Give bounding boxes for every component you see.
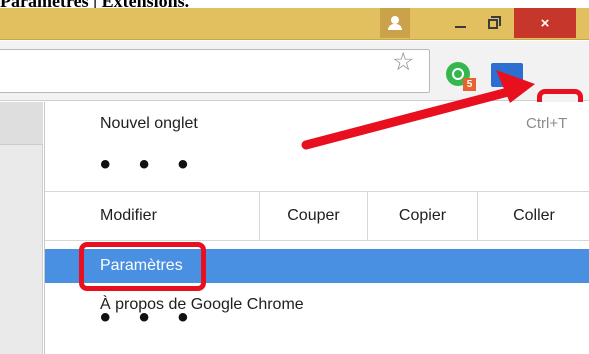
cast-icon[interactable]	[491, 63, 523, 87]
person-icon	[391, 16, 399, 24]
address-bar[interactable]	[0, 49, 430, 93]
menu-ellipsis: • • •	[100, 301, 199, 334]
paste-button[interactable]: Coller	[477, 192, 589, 240]
settings-annotation-box	[79, 242, 206, 291]
copy-button[interactable]: Copier	[367, 192, 477, 240]
star-icon[interactable]: ☆	[392, 49, 414, 75]
profile-button[interactable]	[380, 8, 410, 38]
new-tab-shortcut: Ctrl+T	[526, 115, 568, 132]
minimize-button[interactable]	[438, 8, 482, 38]
edit-label: Modifier	[100, 207, 157, 224]
minimize-icon	[454, 26, 466, 28]
extension-badge: 5	[463, 78, 476, 91]
browser-toolbar: ☆ 5	[0, 41, 589, 135]
person-icon-body	[388, 24, 402, 30]
chrome-main-menu: Nouvel onglet Ctrl+T • • • Modifier Coup…	[44, 102, 589, 354]
menu-edit-row: Modifier Couper Copier Coller	[45, 192, 589, 240]
menu-separator	[45, 240, 589, 241]
window-titlebar: ×	[0, 8, 589, 40]
menu-item-new-tab[interactable]: Nouvel onglet Ctrl+T	[45, 106, 589, 142]
new-tab-label: Nouvel onglet	[100, 115, 198, 132]
restore-icon-front	[488, 19, 498, 29]
close-button[interactable]: ×	[514, 8, 576, 38]
cut-button[interactable]: Couper	[259, 192, 367, 240]
page-content-edge	[0, 102, 43, 354]
page-edge-tab	[0, 102, 43, 145]
menu-ellipsis: • • •	[100, 148, 199, 181]
restore-button[interactable]	[482, 8, 510, 38]
